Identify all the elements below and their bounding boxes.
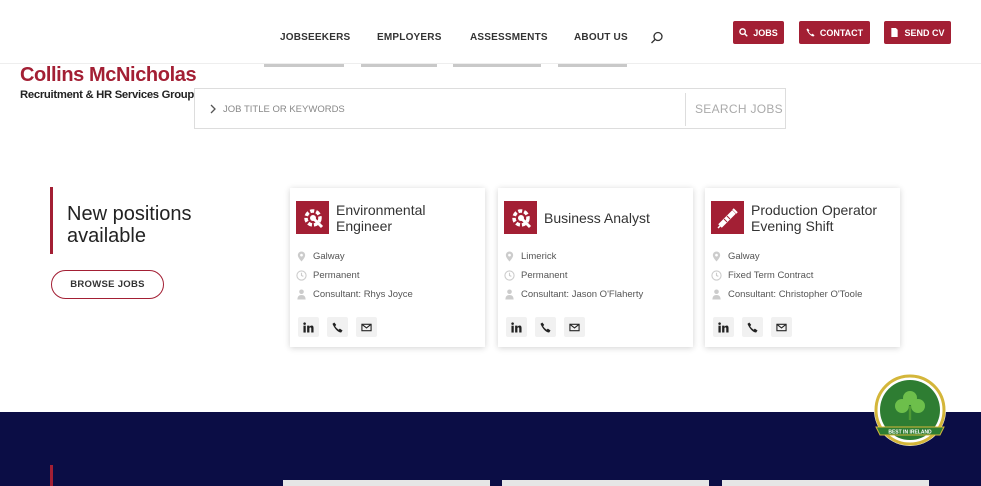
job-type-label: Permanent xyxy=(521,270,568,281)
consultant-label: Consultant: Rhys Joyce xyxy=(313,289,413,300)
map-pin-icon xyxy=(712,251,721,262)
phone-icon[interactable] xyxy=(327,317,348,337)
accent-bar xyxy=(50,465,53,486)
nav-underline xyxy=(453,64,541,67)
thumbnail[interactable] xyxy=(722,480,929,486)
job-consultant: Consultant: Christopher O'Toole xyxy=(711,289,862,300)
search-icon xyxy=(739,28,749,37)
nav-underline xyxy=(361,64,437,67)
featured-section xyxy=(0,412,981,486)
job-card[interactable]: Business Analyst Limerick Permanent Cons… xyxy=(498,188,693,347)
job-location: Galway xyxy=(711,251,760,262)
logo-tagline: Recruitment & HR Services Group xyxy=(20,89,195,101)
job-card[interactable]: Production Operator Evening Shift Galway… xyxy=(705,188,900,347)
nav-underline xyxy=(558,64,627,67)
job-title[interactable]: Environmental Engineer xyxy=(336,202,476,234)
location-label: Galway xyxy=(728,251,760,262)
nav-assessments[interactable]: ASSESSMENTS xyxy=(470,32,548,43)
thumbnail[interactable] xyxy=(283,480,490,486)
accent-bar xyxy=(50,187,53,254)
job-type: Permanent xyxy=(296,270,359,281)
syringe-icon xyxy=(711,201,744,234)
job-location: Galway xyxy=(296,251,345,262)
job-type: Permanent xyxy=(504,270,567,281)
map-pin-icon xyxy=(297,251,306,262)
browse-jobs-button[interactable]: BROWSE JOBS xyxy=(51,270,164,299)
contact-button[interactable]: CONTACT xyxy=(799,21,870,44)
location-label: Limerick xyxy=(521,251,557,262)
contact-actions xyxy=(506,317,585,337)
clock-icon xyxy=(296,270,307,281)
contact-actions xyxy=(713,317,792,337)
send-cv-button[interactable]: SEND CV xyxy=(884,21,951,44)
job-consultant: Consultant: Rhys Joyce xyxy=(296,289,413,300)
best-in-ireland-badge[interactable]: BEST IN IRELAND xyxy=(870,372,950,452)
nav-jobseekers[interactable]: JOBSEEKERS xyxy=(280,32,350,43)
consultant-label: Consultant: Christopher O'Toole xyxy=(728,289,863,300)
consultant-label: Consultant: Jason O'Flaherty xyxy=(521,289,644,300)
section-title: New positions available xyxy=(67,203,192,247)
job-card[interactable]: Environmental Engineer Galway Permanent … xyxy=(290,188,485,347)
person-icon xyxy=(297,289,306,300)
job-title[interactable]: Production Operator Evening Shift xyxy=(751,202,891,234)
logo-text[interactable]: Collins McNicholas xyxy=(20,64,197,87)
job-consultant: Consultant: Jason O'Flaherty xyxy=(504,289,643,300)
document-icon xyxy=(891,28,899,37)
phone-icon[interactable] xyxy=(742,317,763,337)
map-pin-icon xyxy=(505,251,514,262)
chevron-right-icon xyxy=(210,104,216,114)
job-type: Fixed Term Contract xyxy=(711,270,813,281)
keyword-search-input[interactable] xyxy=(223,99,673,119)
person-icon xyxy=(712,289,721,300)
search-divider xyxy=(685,93,686,126)
job-type-label: Fixed Term Contract xyxy=(728,270,814,281)
linkedin-icon[interactable] xyxy=(713,317,734,337)
phone-icon[interactable] xyxy=(535,317,556,337)
job-title[interactable]: Business Analyst xyxy=(544,210,684,226)
clock-icon xyxy=(711,270,722,281)
person-icon xyxy=(505,289,514,300)
search-icon[interactable] xyxy=(650,31,664,45)
job-location: Limerick xyxy=(504,251,556,262)
email-icon[interactable] xyxy=(771,317,792,337)
contact-button-label: CONTACT xyxy=(819,27,864,38)
clock-icon xyxy=(504,270,515,281)
nav-about-us[interactable]: ABOUT US xyxy=(574,32,628,43)
email-icon[interactable] xyxy=(356,317,377,337)
job-type-label: Permanent xyxy=(313,270,360,281)
jobs-button-label: JOBS xyxy=(753,27,778,38)
thumbnail[interactable] xyxy=(502,480,709,486)
jobs-button[interactable]: JOBS xyxy=(733,21,784,44)
send-cv-button-label: SEND CV xyxy=(904,27,945,38)
job-search-bar: SEARCH JOBS xyxy=(194,88,786,129)
gear-wrench-icon xyxy=(296,201,329,234)
location-label: Galway xyxy=(313,251,345,262)
nav-employers[interactable]: EMPLOYERS xyxy=(377,32,442,43)
linkedin-icon[interactable] xyxy=(506,317,527,337)
nav-underline xyxy=(264,64,344,67)
badge-text: BEST IN IRELAND xyxy=(888,430,932,436)
gear-wrench-icon xyxy=(504,201,537,234)
linkedin-icon[interactable] xyxy=(298,317,319,337)
email-icon[interactable] xyxy=(564,317,585,337)
contact-actions xyxy=(298,317,377,337)
search-jobs-button[interactable]: SEARCH JOBS xyxy=(695,102,783,116)
phone-icon xyxy=(806,28,815,37)
